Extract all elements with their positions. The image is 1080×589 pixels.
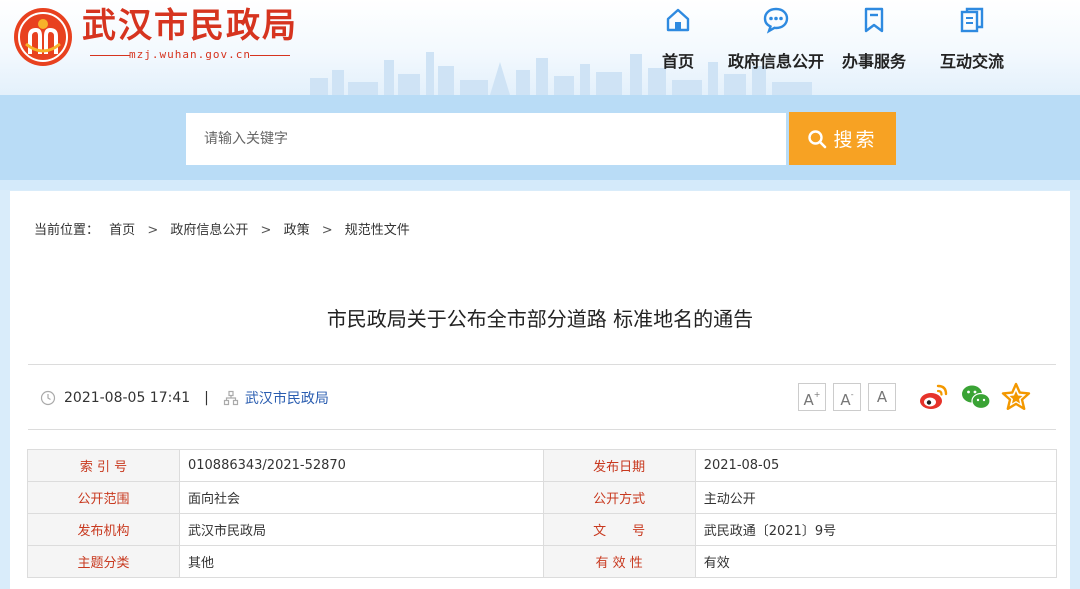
- info-label: 有 效 性: [542, 545, 696, 578]
- breadcrumb-prefix: 当前位置：: [34, 223, 100, 238]
- info-label: 索 引 号: [27, 449, 180, 482]
- info-label: 公开方式: [542, 481, 696, 514]
- info-value: 有效: [694, 545, 1058, 578]
- documents-icon: [960, 7, 984, 33]
- search-button[interactable]: 搜索: [789, 112, 896, 165]
- home-icon: [666, 8, 690, 32]
- nav-item-label: 互动交流: [939, 52, 1004, 71]
- info-label: 发布日期: [542, 449, 696, 482]
- nav-item-services[interactable]: 办事服务: [838, 0, 910, 80]
- table-row: 公开范围 面向社会 公开方式 主动公开: [27, 481, 1058, 514]
- document-info-table: 索 引 号 010886343/2021-52870 发布日期 2021-08-…: [27, 449, 1058, 578]
- search-button-label: 搜索: [833, 129, 878, 151]
- article-meta: 2021-08-05 17:41 | 武汉市民政局: [40, 388, 329, 408]
- content-card: 当前位置： 首页 > 政府信息公开 > 政策 > 规范性文件 市民政局关于公布全…: [10, 191, 1070, 589]
- breadcrumb-link-home[interactable]: 首页: [109, 223, 135, 238]
- nav-item-label: 首页: [661, 52, 694, 71]
- search-input[interactable]: [186, 113, 786, 165]
- divider: [28, 364, 1056, 365]
- breadcrumb-separator: >: [147, 223, 159, 238]
- info-label: 主题分类: [27, 545, 180, 578]
- info-label: 发布机构: [27, 513, 180, 546]
- bookmark-icon: [864, 7, 884, 33]
- favorite-star-icon[interactable]: [1000, 381, 1032, 413]
- font-increase-button[interactable]: A+: [798, 383, 826, 411]
- table-row: 索 引 号 010886343/2021-52870 发布日期 2021-08-…: [27, 449, 1058, 482]
- info-value: 2021-08-05: [694, 449, 1058, 482]
- info-label: 文 号: [542, 513, 696, 546]
- nav-item-interaction[interactable]: 互动交流: [936, 0, 1008, 80]
- breadcrumb-separator: >: [260, 223, 272, 238]
- info-value: 010886343/2021-52870: [178, 449, 544, 482]
- organization-icon: [223, 390, 238, 406]
- civil-affairs-logo-icon: [14, 8, 72, 66]
- table-row: 发布机构 武汉市民政局 文 号 武民政通〔2021〕9号: [27, 513, 1058, 546]
- breadcrumb: 当前位置： 首页 > 政府信息公开 > 政策 > 规范性文件: [34, 219, 410, 238]
- meta-separator: |: [204, 390, 209, 406]
- info-value: 主动公开: [694, 481, 1058, 514]
- divider: [28, 429, 1056, 430]
- nav-item-gov-info[interactable]: 政府信息公开: [726, 0, 826, 80]
- publish-datetime: 2021-08-05 17:41: [64, 390, 191, 406]
- font-reset-button[interactable]: A: [868, 383, 896, 411]
- site-domain: mzj.wuhan.gov.cn: [90, 48, 290, 61]
- publisher-name: 武汉市民政局: [244, 391, 329, 407]
- weibo-icon[interactable]: [917, 381, 949, 413]
- clock-icon: [40, 390, 56, 406]
- breadcrumb-link-gov-info[interactable]: 政府信息公开: [170, 223, 248, 238]
- nav-item-label: 办事服务: [841, 52, 906, 71]
- nav-item-label: 政府信息公开: [727, 52, 824, 71]
- info-value: 面向社会: [178, 481, 544, 514]
- font-decrease-button[interactable]: A-: [833, 383, 861, 411]
- info-value: 武汉市民政局: [178, 513, 544, 546]
- chat-bubble-icon: [763, 7, 789, 34]
- breadcrumb-link-normative-docs[interactable]: 规范性文件: [345, 223, 410, 238]
- breadcrumb-separator: >: [321, 223, 333, 238]
- article-title: 市民政局关于公布全市部分道路 标准地名的通告: [326, 307, 754, 331]
- search-icon: [808, 129, 827, 148]
- site-title: 武汉市民政局: [82, 6, 298, 46]
- site-header: 武汉市民政局 mzj.wuhan.gov.cn 首页 政府信息公开 办事服务 互…: [0, 0, 1080, 95]
- wechat-icon[interactable]: [960, 381, 992, 413]
- info-label: 公开范围: [27, 481, 180, 514]
- nav-item-home[interactable]: 首页: [648, 0, 708, 80]
- info-value: 武民政通〔2021〕9号: [694, 513, 1058, 546]
- table-row: 主题分类 其他 有 效 性 有效: [27, 545, 1058, 578]
- info-value: 其他: [178, 545, 544, 578]
- breadcrumb-link-policy[interactable]: 政策: [284, 223, 310, 238]
